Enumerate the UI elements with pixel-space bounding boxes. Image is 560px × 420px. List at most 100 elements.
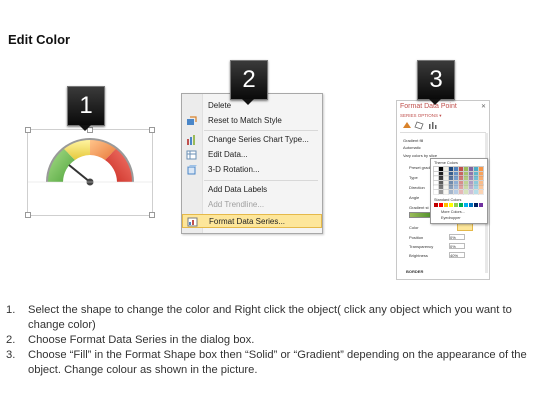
color-swatch[interactable] — [462, 170, 470, 177]
color-swatch[interactable] — [457, 179, 465, 186]
color-swatch[interactable] — [442, 166, 450, 172]
color-swatch[interactable] — [467, 179, 475, 186]
more-colors-option[interactable]: More Colors... — [441, 210, 465, 214]
selection-handle[interactable] — [149, 127, 155, 133]
color-swatch[interactable] — [438, 203, 444, 207]
selection-handle[interactable] — [149, 212, 155, 218]
color-swatch[interactable] — [437, 166, 445, 172]
brightness-field[interactable]: 40% — [449, 252, 465, 258]
menu-item-add-data-labels[interactable]: Add Data Labels — [182, 183, 322, 197]
color-swatch[interactable] — [452, 179, 460, 186]
color-swatch[interactable] — [472, 184, 480, 191]
color-swatch[interactable] — [462, 188, 470, 195]
menu-item-format-data-series[interactable]: Format Data Series... — [182, 214, 322, 228]
color-swatch[interactable] — [467, 175, 475, 182]
color-swatch[interactable] — [452, 184, 460, 191]
color-swatch[interactable] — [457, 188, 465, 195]
color-swatch[interactable] — [437, 188, 445, 195]
color-swatch[interactable] — [457, 170, 465, 177]
color-swatch[interactable] — [437, 175, 445, 182]
color-swatch[interactable] — [477, 179, 485, 186]
color-swatch[interactable] — [447, 166, 455, 172]
color-swatch[interactable] — [447, 170, 455, 177]
color-swatch[interactable] — [437, 184, 445, 191]
color-swatch[interactable] — [442, 170, 450, 177]
color-swatch[interactable] — [447, 175, 455, 182]
color-swatch[interactable] — [447, 188, 455, 195]
position-field[interactable]: 0% — [449, 234, 465, 240]
selection-handle[interactable] — [25, 212, 31, 218]
reset-style-icon — [186, 116, 197, 126]
menu-item-change-chart-type[interactable]: Change Series Chart Type... — [182, 133, 322, 147]
color-swatch[interactable] — [443, 203, 449, 207]
color-swatch[interactable] — [477, 188, 485, 195]
menu-item-reset-style[interactable]: Reset to Match Style — [182, 114, 322, 128]
color-swatch[interactable] — [463, 203, 469, 207]
edit-data-icon — [186, 150, 197, 160]
color-swatch[interactable] — [472, 188, 480, 195]
color-swatch[interactable] — [477, 170, 485, 177]
color-swatch[interactable] — [472, 166, 480, 172]
color-swatch[interactable] — [478, 203, 484, 207]
color-swatch[interactable] — [462, 175, 470, 182]
position-value: 0% — [450, 235, 456, 240]
standard-color-row[interactable] — [434, 203, 484, 207]
theme-color-grid[interactable] — [432, 166, 485, 195]
color-swatch[interactable] — [467, 184, 475, 191]
color-swatch[interactable] — [442, 175, 450, 182]
color-swatch[interactable] — [437, 170, 445, 177]
pane-subtitle[interactable]: SERIES OPTIONS ▾ — [400, 113, 442, 119]
color-swatch[interactable] — [477, 184, 485, 191]
eyedropper-option[interactable]: Eyedropper — [441, 216, 461, 220]
color-swatch[interactable] — [452, 188, 460, 195]
gauge-chart[interactable] — [25, 127, 155, 218]
menu-item-edit-data[interactable]: Edit Data... — [182, 148, 322, 162]
color-swatch[interactable] — [477, 166, 485, 172]
color-swatch[interactable] — [437, 179, 445, 186]
color-dropdown[interactable] — [457, 223, 473, 231]
color-swatch[interactable] — [442, 179, 450, 186]
format-series-icon — [187, 217, 198, 227]
color-swatch[interactable] — [457, 166, 465, 172]
color-swatch[interactable] — [467, 170, 475, 177]
color-swatch[interactable] — [462, 184, 470, 191]
color-swatch[interactable] — [442, 184, 450, 191]
color-swatch[interactable] — [432, 175, 440, 182]
color-swatch[interactable] — [432, 188, 440, 195]
color-swatch[interactable] — [462, 166, 470, 172]
color-swatch[interactable] — [448, 203, 454, 207]
color-swatch[interactable] — [472, 179, 480, 186]
fill-tabs-icons[interactable] — [401, 120, 441, 130]
color-swatch[interactable] — [447, 184, 455, 191]
color-swatch[interactable] — [477, 175, 485, 182]
option-automatic[interactable]: Automatic — [403, 145, 421, 150]
color-swatch[interactable] — [432, 184, 440, 191]
color-swatch[interactable] — [473, 203, 479, 207]
color-swatch[interactable] — [452, 175, 460, 182]
color-swatch[interactable] — [442, 188, 450, 195]
color-swatch[interactable] — [452, 166, 460, 172]
transparency-field[interactable]: 0% — [449, 243, 465, 249]
close-icon[interactable]: ✕ — [481, 103, 486, 110]
color-swatch[interactable] — [467, 166, 475, 172]
color-swatch[interactable] — [462, 179, 470, 186]
color-swatch[interactable] — [432, 179, 440, 186]
border-section-header[interactable]: BORDER — [406, 269, 423, 274]
color-swatch[interactable] — [452, 170, 460, 177]
color-swatch[interactable] — [457, 184, 465, 191]
color-swatch[interactable] — [468, 203, 474, 207]
selection-handle[interactable] — [25, 127, 31, 133]
step-number: 2. — [6, 334, 16, 346]
color-swatch[interactable] — [447, 179, 455, 186]
color-swatch[interactable] — [432, 166, 440, 172]
color-swatch[interactable] — [472, 170, 480, 177]
color-swatch[interactable] — [453, 203, 459, 207]
color-swatch[interactable] — [458, 203, 464, 207]
menu-item-3d-rotation[interactable]: 3-D Rotation... — [182, 163, 322, 177]
color-swatch[interactable] — [434, 203, 439, 207]
color-swatch[interactable] — [467, 188, 475, 195]
color-swatch[interactable] — [457, 175, 465, 182]
color-swatch[interactable] — [432, 170, 440, 177]
color-swatch[interactable] — [472, 175, 480, 182]
option-gradient-fill[interactable]: Gradient fill — [403, 138, 423, 143]
